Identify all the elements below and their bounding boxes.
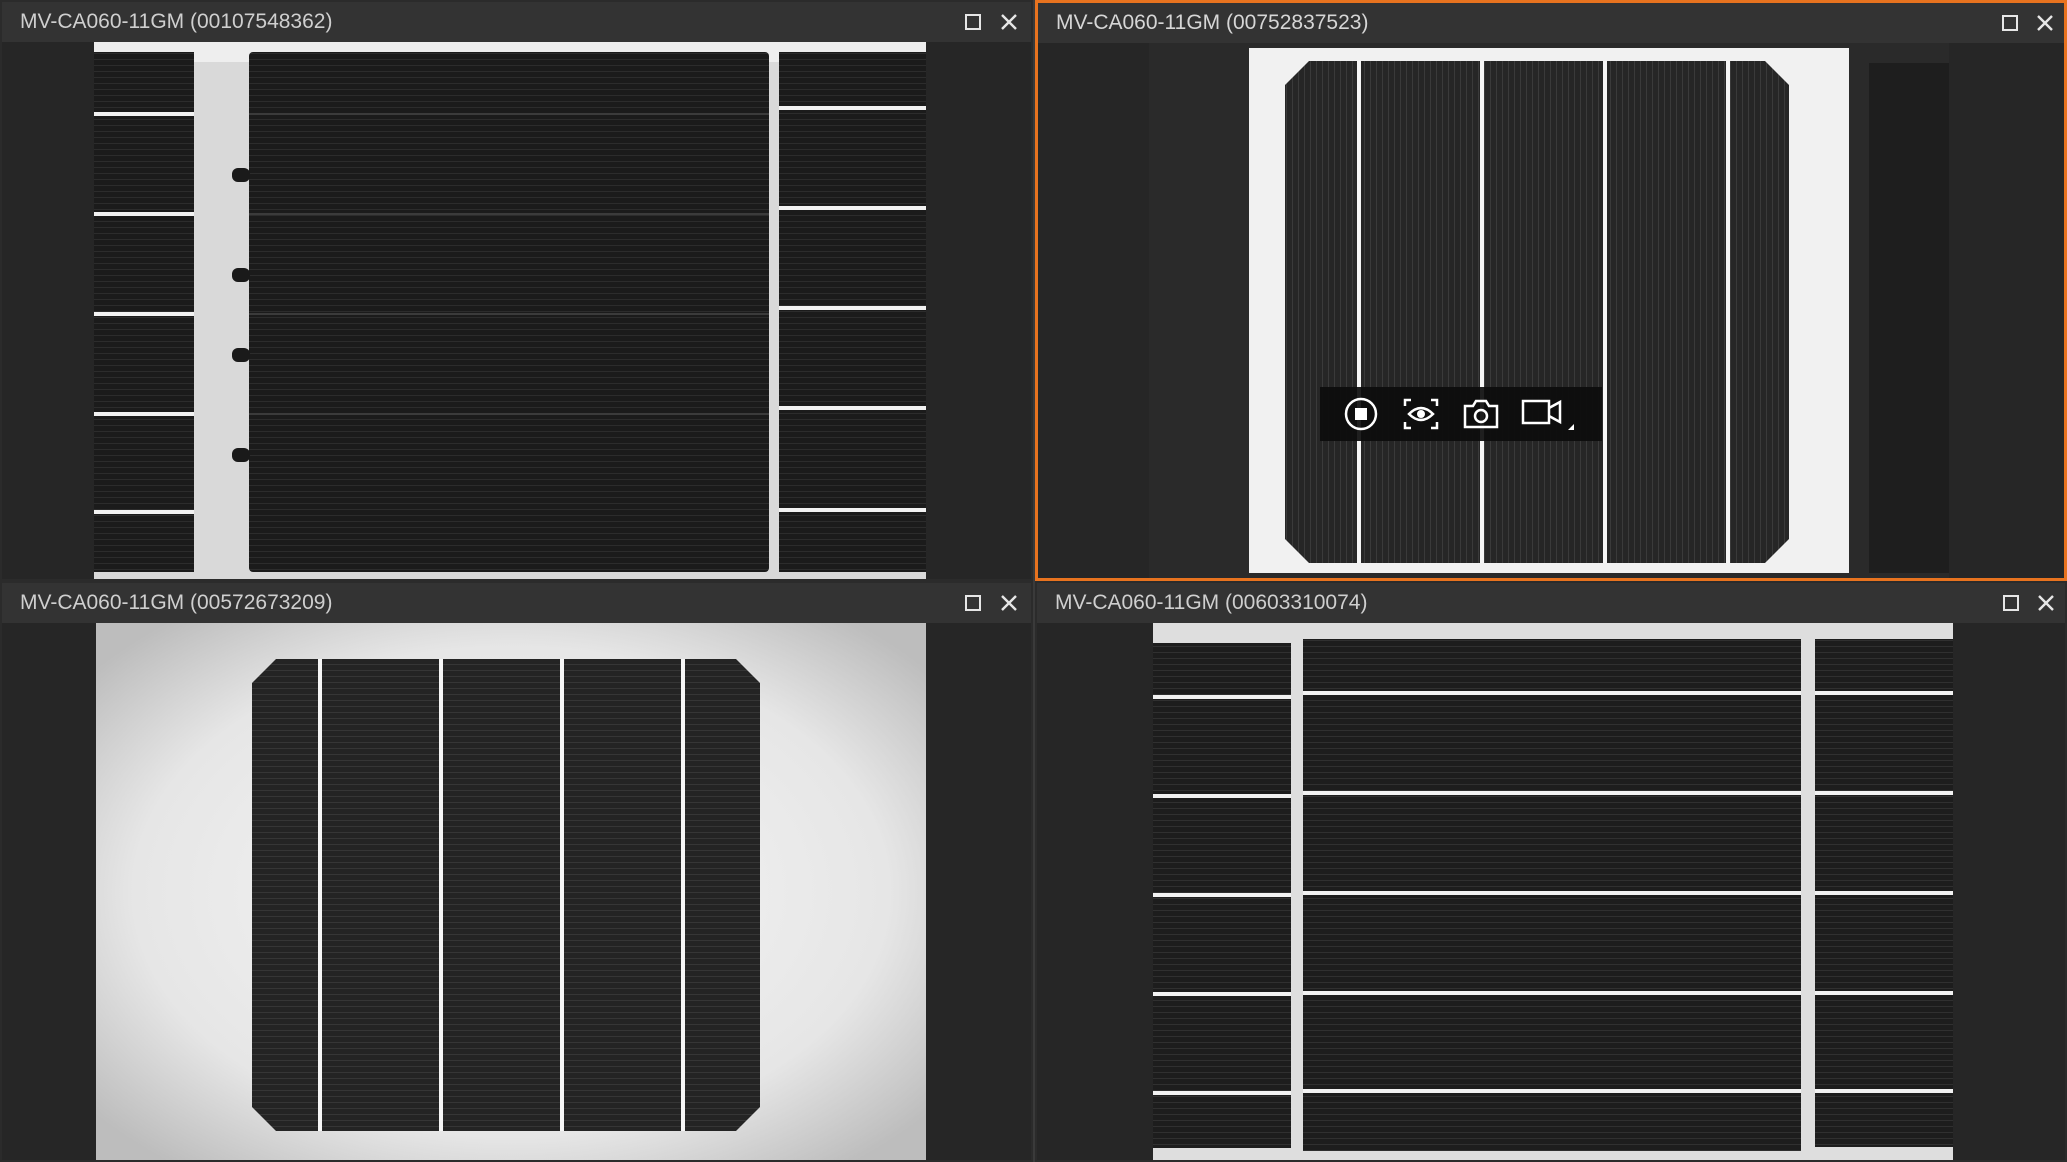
stop-button[interactable] bbox=[1340, 393, 1382, 435]
pane-title: MV-CA060-11GM (00603310074) bbox=[1055, 591, 1368, 614]
camera-feed[interactable] bbox=[96, 623, 926, 1160]
close-button[interactable] bbox=[995, 589, 1023, 617]
camera-pane-1[interactable]: MV-CA060-11GM (00107548362) bbox=[0, 0, 1033, 581]
camera-snapshot-icon bbox=[1463, 399, 1499, 429]
close-icon bbox=[1001, 14, 1017, 30]
solar-cell-image bbox=[94, 42, 926, 579]
maximize-icon bbox=[2002, 15, 2018, 31]
solar-cell-image bbox=[96, 623, 926, 1160]
maximize-button[interactable] bbox=[1997, 589, 2025, 617]
close-icon bbox=[1001, 595, 1017, 611]
record-button[interactable] bbox=[1520, 393, 1576, 435]
close-button[interactable] bbox=[2032, 589, 2060, 617]
close-icon bbox=[2037, 15, 2053, 31]
pane-header: MV-CA060-11GM (00107548362) bbox=[2, 2, 1031, 42]
pane-title: MV-CA060-11GM (00752837523) bbox=[1056, 11, 1369, 34]
stop-icon bbox=[1344, 397, 1378, 431]
maximize-icon bbox=[2003, 595, 2019, 611]
camera-pane-4[interactable]: MV-CA060-11GM (00603310074) bbox=[1035, 581, 2067, 1162]
solar-cell-image bbox=[1149, 43, 1949, 578]
pane-header: MV-CA060-11GM (00603310074) bbox=[1037, 583, 2065, 623]
pane-title: MV-CA060-11GM (00107548362) bbox=[20, 10, 333, 33]
maximize-button[interactable] bbox=[1996, 9, 2024, 37]
maximize-icon bbox=[965, 595, 981, 611]
solar-cell-image bbox=[1153, 623, 1953, 1160]
camera-feed[interactable] bbox=[94, 42, 926, 579]
camera-feed[interactable] bbox=[1153, 623, 1953, 1160]
preview-button[interactable] bbox=[1400, 393, 1442, 435]
camera-pane-3[interactable]: MV-CA060-11GM (00572673209) bbox=[0, 581, 1033, 1162]
close-button[interactable] bbox=[2031, 9, 2059, 37]
live-view-toolbar bbox=[1320, 387, 1602, 441]
pane-header: MV-CA060-11GM (00752837523) bbox=[1038, 3, 2064, 43]
video-record-icon bbox=[1521, 399, 1574, 430]
camera-grid: MV-CA060-11GM (00107548362) MV-CA060-11G… bbox=[0, 0, 2067, 1162]
maximize-button[interactable] bbox=[959, 8, 987, 36]
close-button[interactable] bbox=[995, 8, 1023, 36]
pane-title: MV-CA060-11GM (00572673209) bbox=[20, 591, 333, 614]
maximize-icon bbox=[965, 14, 981, 30]
close-icon bbox=[2038, 595, 2054, 611]
maximize-button[interactable] bbox=[959, 589, 987, 617]
camera-feed[interactable] bbox=[1149, 43, 1949, 578]
snapshot-button[interactable] bbox=[1460, 393, 1502, 435]
camera-pane-2[interactable]: MV-CA060-11GM (00752837523) bbox=[1035, 0, 2067, 581]
preview-eye-icon bbox=[1403, 398, 1439, 430]
pane-header: MV-CA060-11GM (00572673209) bbox=[2, 583, 1031, 623]
